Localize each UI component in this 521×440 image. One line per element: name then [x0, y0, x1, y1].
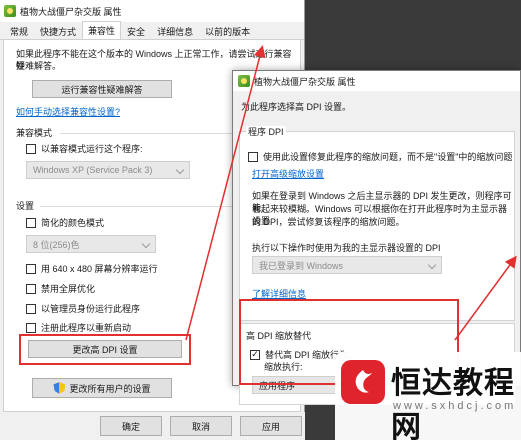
window-titlebar: 植物大战僵尸杂交版 属性 — [0, 0, 304, 22]
reduced-color-check-label: 简化的颜色模式 — [41, 218, 105, 228]
compat-mode-check-label: 以兼容模式运行这个程序: — [41, 144, 143, 154]
use-dpi-select-value: 我已登录到 Windows — [259, 260, 344, 271]
manual-compat-link[interactable]: 如何手动选择兼容性设置? — [16, 106, 120, 118]
res-640-checkbox[interactable]: 用 640 x 480 屏幕分辨率运行 — [26, 262, 158, 275]
app-icon — [238, 75, 250, 87]
use-dpi-label: 执行以下操作时使用为我的主显示器设置的 DPI — [252, 243, 441, 253]
program-dpi-check-label: 使用此设置修复此程序的缩放问题，而不是"设置"中的缩放问题 — [263, 152, 513, 162]
run-troubleshooter-button[interactable]: 运行兼容性疑难解答 — [32, 80, 172, 98]
dialog-title: 植物大战僵尸杂交版 属性 — [254, 76, 356, 87]
register-restart-check-label: 注册此程序以重新启动 — [41, 323, 132, 333]
open-advanced-scaling-link[interactable]: 打开高级缩放设置 — [252, 168, 324, 180]
compat-mode-select-value: Windows XP (Service Pack 3) — [33, 165, 153, 175]
checkbox-box[interactable] — [26, 263, 36, 274]
register-restart-checkbox[interactable]: 注册此程序以重新启动 — [26, 321, 131, 334]
disable-fullscreen-checkbox[interactable]: 禁用全屏优化 — [26, 282, 95, 295]
settings-group-label: 设置 — [16, 201, 35, 211]
tab-bar: 常规 快捷方式 兼容性 安全 详细信息 以前的版本 — [0, 21, 304, 40]
tab-previous-versions[interactable]: 以前的版本 — [199, 23, 256, 39]
tab-shortcut[interactable]: 快捷方式 — [34, 23, 82, 39]
window-title: 植物大战僵尸杂交版 属性 — [20, 6, 122, 17]
watermark-logo-icon — [341, 360, 385, 404]
compat-mode-select[interactable]: Windows XP (Service Pack 3) — [26, 161, 190, 179]
color-mode-select-value: 8 位(256)色 — [33, 239, 80, 250]
tab-details[interactable]: 详细信息 — [151, 23, 199, 39]
reduced-color-checkbox[interactable]: 简化的颜色模式 — [26, 216, 104, 229]
app-icon — [4, 5, 16, 17]
chevron-down-icon — [141, 239, 151, 249]
tab-general[interactable]: 常规 — [4, 23, 34, 39]
color-mode-select[interactable]: 8 位(256)色 — [26, 235, 156, 253]
apply-button[interactable]: 应用 — [240, 416, 302, 436]
change-all-users-button[interactable]: 更改所有用户的设置 — [32, 378, 172, 398]
compat-mode-group-label: 兼容模式 — [16, 128, 53, 138]
checkbox-box[interactable] — [26, 322, 36, 333]
checkbox-box[interactable] — [26, 217, 36, 228]
program-dpi-section: 程序 DPI 使用此设置修复此程序的缩放问题，而不是"设置"中的缩放问题 打开高… — [239, 126, 515, 321]
tab-compatibility[interactable]: 兼容性 — [82, 21, 122, 39]
use-dpi-select[interactable]: 我已登录到 Windows — [252, 256, 442, 274]
program-dpi-checkbox[interactable]: 使用此设置修复此程序的缩放问题，而不是"设置"中的缩放问题 — [248, 150, 512, 163]
disable-fullscreen-check-label: 禁用全屏优化 — [41, 284, 96, 294]
ok-button[interactable]: 确定 — [100, 416, 162, 436]
all-users-button-label: 更改所有用户的设置 — [69, 383, 151, 394]
dialog-body: 为此程序选择高 DPI 设置。 程序 DPI 使用此设置修复此程序的缩放问题，而… — [233, 91, 520, 405]
cancel-button[interactable]: 取消 — [170, 416, 232, 436]
compat-mode-checkbox[interactable]: 以兼容模式运行这个程序: — [26, 142, 143, 155]
run-admin-check-label: 以管理员身份运行此程序 — [41, 304, 141, 314]
desc-line3: 的 DPI，尝试修复该程序的缩放问题。 — [252, 217, 405, 227]
checkbox-box[interactable] — [248, 151, 258, 162]
checkbox-box[interactable] — [26, 303, 36, 314]
high-dpi-dialog: 植物大战僵尸杂交版 属性 为此程序选择高 DPI 设置。 程序 DPI 使用此设… — [232, 70, 521, 405]
chevron-down-icon — [175, 165, 185, 175]
dialog-button-bar: 确定 取消 应用 — [0, 412, 305, 440]
dialog-heading: 为此程序选择高 DPI 设置。 — [241, 102, 352, 112]
run-admin-checkbox[interactable]: 以管理员身份运行此程序 — [26, 302, 140, 315]
chevron-down-icon — [427, 260, 437, 270]
shield-icon — [53, 382, 66, 394]
intro-text-line2: 疑难解答。 — [16, 61, 62, 71]
watermark: 恒达教程网 www.sxhdcj.com — [335, 352, 521, 440]
tab-security[interactable]: 安全 — [121, 23, 151, 39]
dialog-titlebar: 植物大战僵尸杂交版 属性 — [233, 71, 520, 91]
res-640-check-label: 用 640 x 480 屏幕分辨率运行 — [41, 264, 158, 274]
program-dpi-group-label: 程序 DPI — [246, 126, 286, 138]
watermark-url: www.sxhdcj.com — [393, 400, 517, 412]
checkbox-box[interactable] — [26, 143, 36, 154]
logo-mark — [355, 370, 372, 393]
checkbox-box[interactable] — [26, 283, 36, 294]
watermark-title: 恒达教程网 — [391, 366, 515, 440]
highlight-box — [19, 334, 191, 365]
